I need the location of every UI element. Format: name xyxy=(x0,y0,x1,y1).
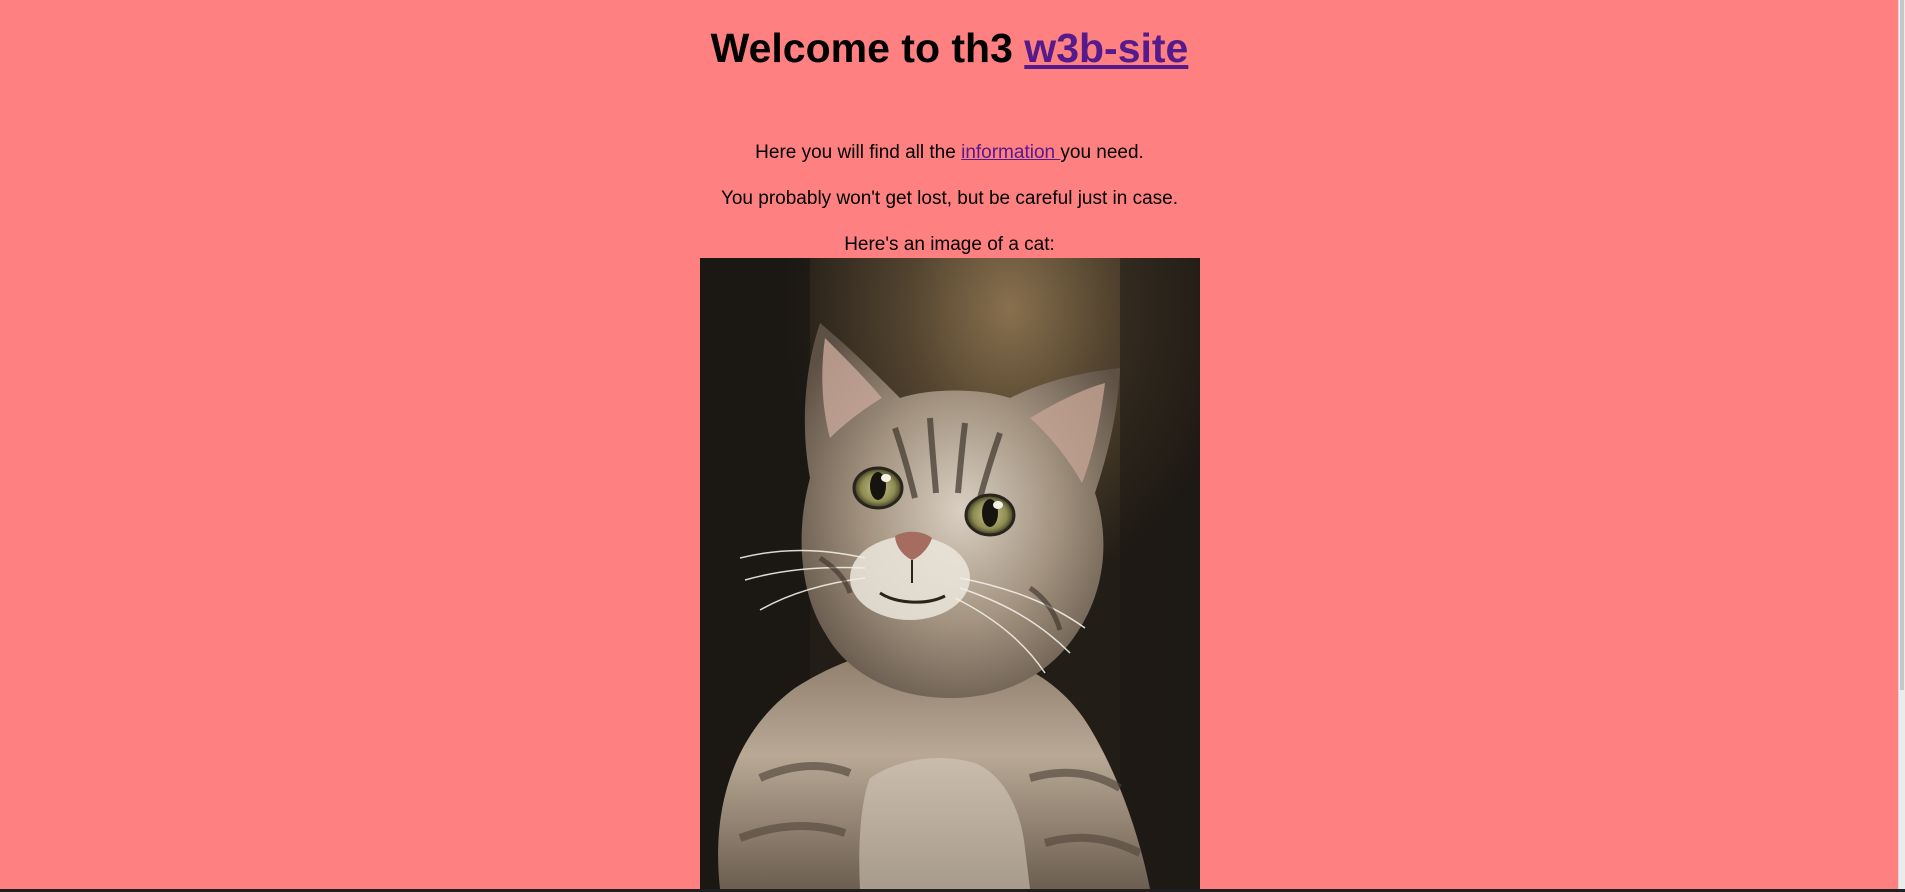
vertical-scrollbar[interactable] xyxy=(1898,0,1905,889)
intro-line-3: Here's an image of a cat: xyxy=(844,234,1055,255)
intro-line-2: You probably won't get lost, but be care… xyxy=(720,188,1179,209)
scrollbar-thumb[interactable] xyxy=(1900,0,1904,690)
intro-line-1: Here you will find all the information y… xyxy=(0,142,1899,164)
page-title: Welcome to th3 w3b-site xyxy=(0,0,1899,72)
intro-line-1-before: Here you will find all the xyxy=(755,142,962,163)
site-link[interactable]: w3b-site xyxy=(1024,25,1188,71)
page: Welcome to th3 w3b-site Here you will fi… xyxy=(0,0,1905,892)
information-link[interactable]: information xyxy=(961,142,1060,163)
cat-image xyxy=(700,258,1200,889)
page-title-text: Welcome to th3 xyxy=(710,25,1025,71)
intro-line-1-after: you need. xyxy=(1060,142,1144,163)
